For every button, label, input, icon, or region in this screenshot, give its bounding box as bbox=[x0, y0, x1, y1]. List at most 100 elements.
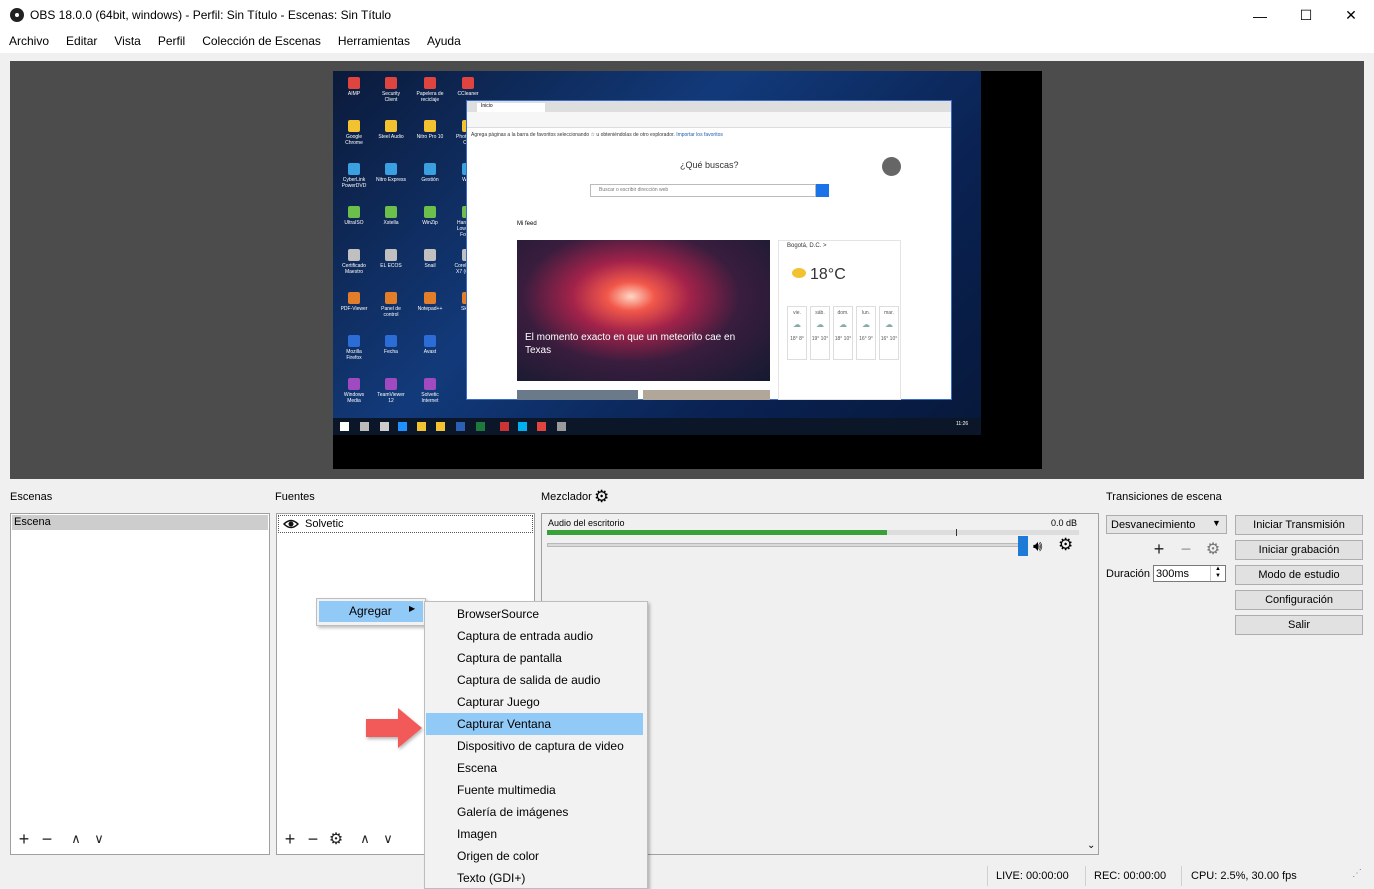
transition-select[interactable]: Desvanecimiento bbox=[1106, 515, 1227, 534]
desktop-icon-label: Fecha bbox=[384, 349, 398, 355]
scene-item[interactable]: Escena bbox=[12, 515, 268, 530]
menu-archivo[interactable]: Archivo bbox=[0, 31, 57, 53]
menu-vista[interactable]: Vista bbox=[105, 31, 148, 53]
desktop-icon-label: Gestión bbox=[421, 177, 439, 183]
add-scene-button[interactable]: + bbox=[13, 829, 35, 849]
submenu-item[interactable]: Escena bbox=[426, 757, 643, 779]
desktop-icon: Nitro Express bbox=[375, 163, 407, 203]
desktop-icon-label: UltraISO bbox=[344, 220, 364, 226]
close-button[interactable]: ✕ bbox=[1328, 0, 1374, 31]
desktop-icon-image bbox=[385, 335, 397, 347]
desktop-icon-image bbox=[424, 120, 436, 132]
volume-slider-handle[interactable] bbox=[1018, 536, 1028, 556]
desktop-icon: Fecha bbox=[375, 335, 407, 375]
taskbar-app-icon bbox=[398, 422, 407, 431]
submenu-item[interactable]: Galería de imágenes bbox=[426, 801, 643, 823]
desktop-icon: Xstella bbox=[375, 206, 407, 246]
status-separator bbox=[1085, 866, 1086, 886]
start-stream-button[interactable]: Iniciar Transmisión bbox=[1235, 515, 1363, 535]
submenu-item[interactable]: Fuente multimedia bbox=[426, 779, 643, 801]
desktop-icon-label: Certificado Maestro bbox=[342, 263, 366, 275]
mixer-scrollbar[interactable] bbox=[1086, 515, 1098, 853]
menu-coleccion-escenas[interactable]: Colección de Escenas bbox=[193, 31, 329, 53]
desktop-icon-image bbox=[385, 249, 397, 261]
submenu-item[interactable]: Capturar Ventana bbox=[426, 713, 643, 735]
start-record-button[interactable]: Iniciar grabación bbox=[1235, 540, 1363, 560]
remove-scene-button[interactable]: − bbox=[36, 829, 58, 849]
chevron-down-icon[interactable]: ▼ bbox=[1212, 518, 1221, 528]
eye-icon[interactable] bbox=[282, 518, 300, 533]
cloud-icon: ☁ bbox=[816, 320, 824, 329]
source-move-down-button[interactable]: ∨ bbox=[377, 830, 399, 848]
browser-search-box: Buscar o escribir dirección web bbox=[590, 184, 816, 197]
track-gear-icon[interactable]: ⚙ bbox=[1058, 535, 1073, 555]
desktop-icon: EL ECOS bbox=[375, 249, 407, 289]
settings-button[interactable]: Configuración bbox=[1235, 590, 1363, 610]
desktop-icon-image bbox=[348, 292, 360, 304]
desktop-icon-label: Panel de control bbox=[381, 306, 401, 318]
add-transition-button[interactable]: + bbox=[1148, 539, 1170, 559]
menu-herramientas[interactable]: Herramientas bbox=[329, 31, 418, 53]
submenu-item[interactable]: BrowserSource bbox=[426, 603, 643, 625]
status-separator bbox=[1181, 866, 1182, 886]
desktop-icon: Snail bbox=[414, 249, 446, 289]
desktop-icon: CyberLink PowerDVD bbox=[338, 163, 370, 203]
menu-item-agregar[interactable]: Agregar bbox=[319, 601, 423, 622]
submenu-item[interactable]: Captura de salida de audio bbox=[426, 669, 643, 691]
desktop-icon: Solvetic Internet bbox=[414, 378, 446, 418]
submenu-item[interactable]: Capturar Juego bbox=[426, 691, 643, 713]
scroll-down-icon[interactable]: ⌄ bbox=[1087, 840, 1095, 851]
submenu-item[interactable]: Texto (GDI+) bbox=[426, 867, 643, 889]
desktop-icon: Google Chrome bbox=[338, 120, 370, 160]
desktop-icon-image bbox=[385, 292, 397, 304]
desktop-icon-image bbox=[348, 120, 360, 132]
desktop-icon: WinZip bbox=[414, 206, 446, 246]
taskbar-app-icon bbox=[537, 422, 546, 431]
source-item[interactable]: Solvetic bbox=[278, 515, 533, 533]
source-label: Solvetic bbox=[305, 518, 344, 530]
transition-gear-icon[interactable]: ⚙ bbox=[1202, 540, 1224, 558]
volume-slider[interactable] bbox=[547, 543, 1022, 547]
submenu-item[interactable]: Imagen bbox=[426, 823, 643, 845]
favorites-import-link: Importar los favoritos bbox=[676, 132, 723, 138]
maximize-button[interactable]: ☐ bbox=[1283, 0, 1329, 31]
source-properties-gear-icon[interactable]: ⚙ bbox=[325, 830, 347, 848]
menu-editar[interactable]: Editar bbox=[57, 31, 105, 53]
desktop-icon-label: Notepad++ bbox=[417, 306, 443, 312]
weather-temp: 18°C bbox=[810, 266, 846, 283]
scenes-list[interactable] bbox=[10, 513, 270, 855]
speaker-icon[interactable]: 🔊︎ bbox=[1033, 538, 1042, 555]
window-title: OBS 18.0.0 (64bit, windows) - Perfil: Si… bbox=[30, 8, 392, 22]
desktop-icon-label: CyberLink PowerDVD bbox=[341, 177, 367, 189]
submenu-item[interactable]: Captura de entrada audio bbox=[426, 625, 643, 647]
desktop-icon-image bbox=[348, 206, 360, 218]
taskbar-app-icon bbox=[436, 422, 445, 431]
resize-grip-icon[interactable]: ⋰ bbox=[1352, 868, 1362, 879]
submenu-item[interactable]: Dispositivo de captura de video bbox=[426, 735, 643, 757]
menu-ayuda[interactable]: Ayuda bbox=[418, 31, 469, 53]
desktop-icon-label: Snail bbox=[424, 263, 436, 269]
submenu-item[interactable]: Captura de pantalla bbox=[426, 647, 643, 669]
weather-day: vie. ☁ 18° 8° bbox=[787, 306, 807, 360]
remove-source-button[interactable]: − bbox=[302, 829, 324, 849]
taskbar-clock: 11:26 bbox=[956, 421, 969, 427]
desktop-icon: Mozilla Firefox bbox=[338, 335, 370, 375]
desktop-icon: Windows Media bbox=[338, 378, 370, 418]
feed-label: Mi feed bbox=[517, 221, 537, 227]
desktop-icon-image bbox=[424, 163, 436, 175]
duration-spinner[interactable]: ▲ ▼ bbox=[1210, 566, 1225, 581]
add-source-button[interactable]: + bbox=[279, 829, 301, 849]
avatar bbox=[882, 157, 901, 176]
mixer-gear-icon[interactable]: ⚙ bbox=[594, 487, 609, 507]
exit-button[interactable]: Salir bbox=[1235, 615, 1363, 635]
remove-transition-button[interactable]: − bbox=[1175, 539, 1197, 559]
submenu-item[interactable]: Origen de color bbox=[426, 845, 643, 867]
minimize-button[interactable]: — bbox=[1237, 0, 1283, 31]
source-move-up-button[interactable]: ∧ bbox=[354, 830, 376, 848]
cloud-icon: ☁ bbox=[839, 320, 847, 329]
weather-day-name: mar. bbox=[884, 310, 894, 316]
move-down-button[interactable]: ∨ bbox=[88, 830, 110, 848]
studio-mode-button[interactable]: Modo de estudio bbox=[1235, 565, 1363, 585]
move-up-button[interactable]: ∧ bbox=[65, 830, 87, 848]
menu-perfil[interactable]: Perfil bbox=[149, 31, 193, 53]
